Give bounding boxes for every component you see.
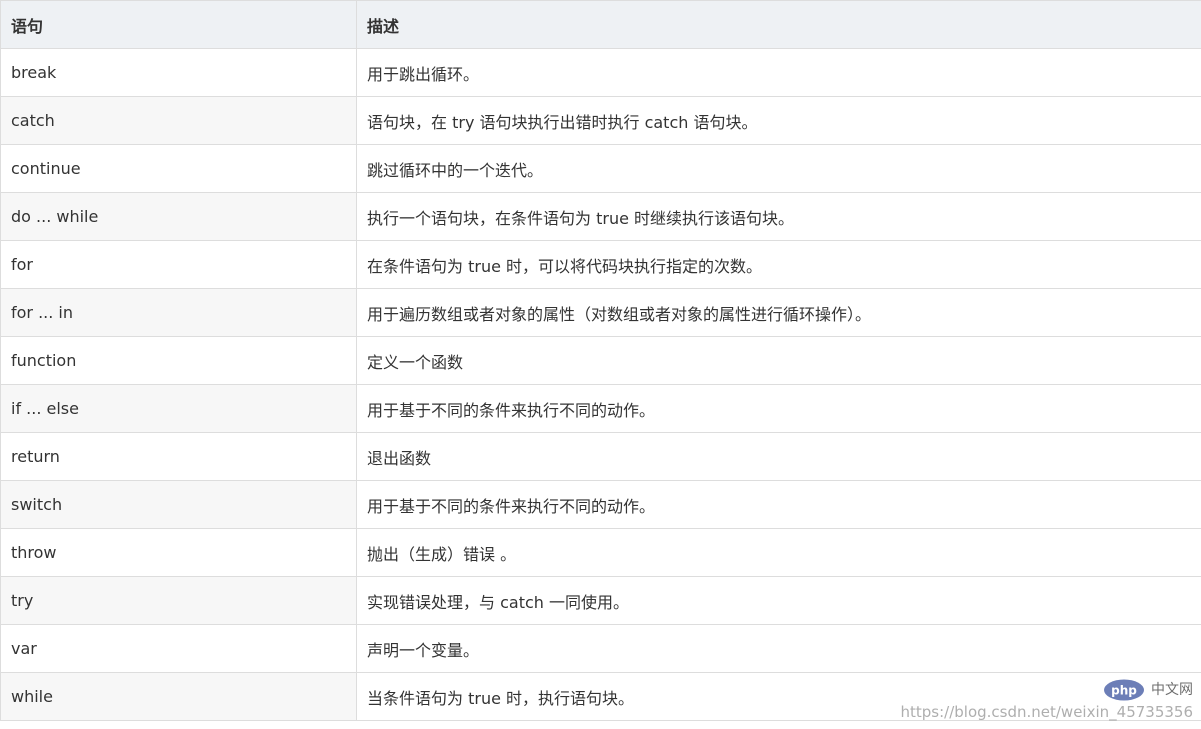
statements-table: 语句 描述 break 用于跳出循环。 catch 语句块，在 try 语句块执行出错… (0, 0, 1201, 721)
table-row: for 在条件语句为 true 时，可以将代码块执行指定的次数。 (0, 240, 1201, 289)
table-row: var 声明一个变量。 (0, 624, 1201, 673)
table-row: return 退出函数 (0, 432, 1201, 481)
statement-cell: continue (0, 144, 357, 193)
description-cell: 抛出（生成）错误 。 (356, 528, 1201, 577)
statement-cell: function (0, 336, 357, 385)
table-body: break 用于跳出循环。 catch 语句块，在 try 语句块执行出错时执行 ca… (0, 48, 1201, 721)
statement-cell: var (0, 624, 357, 673)
table-row: function 定义一个函数 (0, 336, 1201, 385)
table-row: do ... while 执行一个语句块，在条件语句为 true 时继续执行该语句… (0, 192, 1201, 241)
statement-cell: switch (0, 480, 357, 529)
php-logo-text: php (1111, 684, 1137, 698)
statement-cell: throw (0, 528, 357, 577)
statement-cell: for ... in (0, 288, 357, 337)
statement-cell: try (0, 576, 357, 625)
statement-cell: catch (0, 96, 357, 145)
table-row: switch 用于基于不同的条件来执行不同的动作。 (0, 480, 1201, 529)
url-watermark: https://blog.csdn.net/weixin_45735356 (900, 703, 1193, 721)
table-row: for ... in 用于遍历数组或者对象的属性（对数组或者对象的属性进行循环操作… (0, 288, 1201, 337)
header-description: 描述 (356, 0, 1201, 49)
description-cell: 语句块，在 try 语句块执行出错时执行 catch 语句块。 (356, 96, 1201, 145)
description-cell: 实现错误处理，与 catch 一同使用。 (356, 576, 1201, 625)
table-row: if ... else 用于基于不同的条件来执行不同的动作。 (0, 384, 1201, 433)
table-row: continue 跳过循环中的一个迭代。 (0, 144, 1201, 193)
statement-cell: for (0, 240, 357, 289)
statement-cell: break (0, 48, 357, 97)
php-site-label: 中文网 (1151, 682, 1193, 698)
statement-cell: return (0, 432, 357, 481)
table-row: break 用于跳出循环。 (0, 48, 1201, 97)
php-logo-icon: php (1104, 679, 1144, 701)
table-row: catch 语句块，在 try 语句块执行出错时执行 catch 语句块。 (0, 96, 1201, 145)
statement-cell: while (0, 672, 357, 721)
description-cell: 用于遍历数组或者对象的属性（对数组或者对象的属性进行循环操作）。 (356, 288, 1201, 337)
table-row: try 实现错误处理，与 catch 一同使用。 (0, 576, 1201, 625)
description-cell: 用于基于不同的条件来执行不同的动作。 (356, 384, 1201, 433)
description-cell: 在条件语句为 true 时，可以将代码块执行指定的次数。 (356, 240, 1201, 289)
description-cell: 退出函数 (356, 432, 1201, 481)
table-header-row: 语句 描述 (0, 0, 1201, 49)
description-cell: 用于基于不同的条件来执行不同的动作。 (356, 480, 1201, 529)
statement-cell: do ... while (0, 192, 357, 241)
table-row: throw 抛出（生成）错误 。 (0, 528, 1201, 577)
description-cell: 声明一个变量。 (356, 624, 1201, 673)
description-cell: 用于跳出循环。 (356, 48, 1201, 97)
description-cell: 执行一个语句块，在条件语句为 true 时继续执行该语句块。 (356, 192, 1201, 241)
header-statement: 语句 (0, 0, 357, 49)
description-cell: 跳过循环中的一个迭代。 (356, 144, 1201, 193)
description-cell: 定义一个函数 (356, 336, 1201, 385)
statement-cell: if ... else (0, 384, 357, 433)
